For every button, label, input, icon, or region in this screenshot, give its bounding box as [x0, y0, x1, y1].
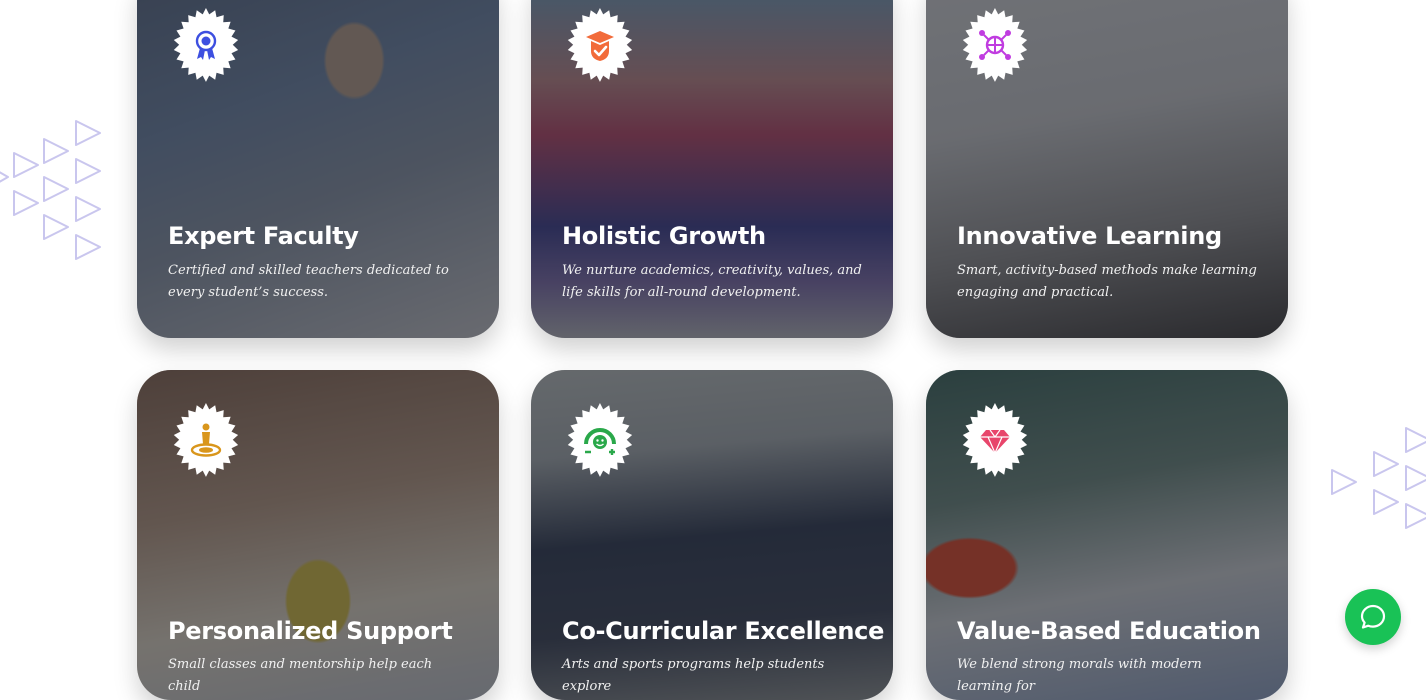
graduation-shield-icon: [563, 8, 637, 82]
chat-button[interactable]: [1345, 589, 1401, 645]
network-globe-icon: [958, 8, 1032, 82]
award-ribbon-icon: [169, 8, 243, 82]
card-description: Smart, activity-based methods make learn…: [957, 263, 1257, 300]
card-title: Personalized Support: [168, 617, 453, 645]
diamond-icon: [958, 403, 1032, 477]
card-title: Innovative Learning: [957, 222, 1222, 250]
triangle-pattern-left: [0, 120, 101, 260]
card-description: We blend strong morals with modern learn…: [957, 657, 1202, 694]
happy-meter-icon: [563, 403, 637, 477]
feature-card-holistic-growth: Holistic Growth We nurture academics, cr…: [531, 0, 893, 338]
person-target-icon: [169, 403, 243, 477]
feature-card-value-based-education: Value-Based Education We blend strong mo…: [926, 370, 1288, 700]
card-title: Expert Faculty: [168, 222, 359, 250]
card-description: Small classes and mentorship help each c…: [168, 657, 433, 694]
card-title: Holistic Growth: [562, 222, 766, 250]
card-description: We nurture academics, creativity, values…: [562, 263, 862, 300]
card-description: Arts and sports programs help students e…: [562, 657, 825, 694]
card-description: Certified and skilled teachers dedicated…: [168, 263, 449, 300]
card-title: Co-Curricular Excellence: [562, 617, 885, 645]
feature-card-innovative-learning: Innovative Learning Smart, activity-base…: [926, 0, 1288, 338]
feature-card-personalized-support: Personalized Support Small classes and m…: [137, 370, 499, 700]
feature-card-expert-faculty: Expert Faculty Certified and skilled tea…: [137, 0, 499, 338]
feature-card-co-curricular-excellence: Co-Curricular Excellence Arts and sports…: [531, 370, 893, 700]
chat-bubble-icon: [1360, 604, 1386, 629]
triangle-pattern-right: [1331, 427, 1426, 529]
card-title: Value-Based Education: [957, 617, 1261, 645]
